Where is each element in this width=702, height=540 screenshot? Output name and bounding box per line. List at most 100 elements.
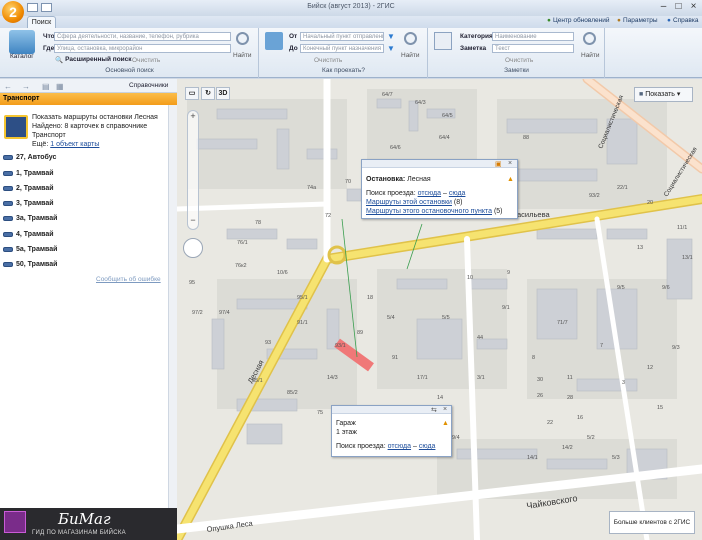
- house-number: 71/7: [557, 320, 568, 326]
- minimize-icon[interactable]: –: [657, 2, 670, 13]
- catalog-button-label[interactable]: Каталог: [10, 53, 34, 60]
- left-scrollbar[interactable]: [168, 105, 177, 508]
- note-input[interactable]: Текст: [492, 44, 574, 53]
- house-number: 20: [647, 200, 653, 206]
- tram-icon: [3, 247, 13, 252]
- directories-dropdown[interactable]: Справочники: [129, 82, 168, 89]
- stop-popup: ▣ × Остановка: Лесная ▲ Поиск проезда: о…: [361, 159, 518, 219]
- warning-icon[interactable]: ▲: [507, 176, 514, 183]
- point-routes-link[interactable]: Маршруты этого остановочного пункта: [366, 208, 492, 215]
- house-number: 16: [577, 415, 583, 421]
- advanced-search-button[interactable]: 🔍 Расширенный поиск: [55, 56, 132, 64]
- more-clients-button[interactable]: Больше клиентов с 2ГИС: [609, 511, 695, 534]
- to-here-link[interactable]: сюда: [419, 443, 436, 450]
- group-route-label: Как проехать?: [322, 67, 365, 74]
- route-item[interactable]: 3а, Трамвай: [3, 215, 57, 222]
- house-number: 9/4: [452, 435, 460, 441]
- map-layer-icon[interactable]: ▭: [185, 87, 199, 100]
- clear-button[interactable]: Очистить: [132, 57, 160, 64]
- tab-search[interactable]: Поиск: [27, 16, 56, 28]
- house-number: 22: [547, 420, 553, 426]
- house-number: 9/3: [672, 345, 680, 351]
- group-basic-label: Основной поиск: [105, 67, 154, 74]
- note-find-button[interactable]: Найти: [581, 52, 600, 59]
- to-label: До: [289, 45, 298, 52]
- house-number: 64/3: [415, 100, 426, 106]
- updates-link[interactable]: ● Центр обновлений: [547, 17, 609, 24]
- route-clear-button[interactable]: Очистить: [314, 57, 342, 64]
- route-item[interactable]: 3, Трамвай: [3, 200, 54, 207]
- house-number: 95/1: [297, 295, 308, 301]
- house-number: 74а: [307, 185, 317, 191]
- pin-to-icon[interactable]: ▼: [387, 44, 395, 53]
- report-error-link[interactable]: Сообщить об ошибке: [96, 276, 161, 283]
- route-item[interactable]: 5а, Трамвай: [3, 246, 57, 253]
- house-number: 95: [189, 280, 195, 286]
- house-number: 70: [345, 179, 351, 185]
- map-canvas[interactable]: Васильева Лесная Чайковского Опушка Леса…: [177, 79, 702, 540]
- to-here-link[interactable]: сюда: [449, 190, 466, 197]
- what-input[interactable]: Сфера деятельности, название, телефон, р…: [54, 32, 231, 41]
- category-select[interactable]: Наименование: [492, 32, 574, 41]
- house-number: 14/1: [527, 455, 538, 461]
- map-rotate-icon[interactable]: ↻: [201, 87, 215, 100]
- tram-icon: [3, 171, 13, 176]
- zoom-slider[interactable]: [187, 110, 199, 230]
- tram-icon: [3, 186, 13, 191]
- pin-from-icon[interactable]: ▼: [387, 32, 395, 41]
- updates-icon: ●: [547, 17, 551, 24]
- info-found: Найдено: 8 карточек в справочнике Трансп…: [32, 123, 148, 139]
- house-number: 9/6: [662, 285, 670, 291]
- search-icon[interactable]: [236, 32, 249, 45]
- catalog-icon[interactable]: [9, 30, 35, 54]
- close-icon[interactable]: ×: [687, 2, 700, 13]
- house-number: 28: [567, 395, 573, 401]
- route-item[interactable]: 4, Трамвай: [3, 231, 54, 238]
- map-object-link[interactable]: 1 объект карты: [50, 141, 99, 148]
- params-link[interactable]: ● Параметры: [617, 17, 658, 24]
- bimag-ad-banner[interactable]: БиМаг ГИД ПО МАГАЗИНАМ БИЙСКА: [0, 508, 177, 540]
- app-logo-icon[interactable]: 2: [2, 1, 24, 23]
- house-number: 3/1: [477, 375, 485, 381]
- ad-brand: БиМаг: [58, 510, 111, 528]
- from-here-link[interactable]: отсюда: [388, 443, 411, 450]
- house-number: 93/2: [589, 193, 600, 199]
- where-input[interactable]: Улица, остановка, микрорайон: [54, 44, 231, 53]
- from-here-link[interactable]: отсюда: [418, 190, 441, 197]
- maximize-icon[interactable]: □: [672, 2, 685, 13]
- map-view[interactable]: Васильева Лесная Чайковского Опушка Леса…: [177, 79, 702, 540]
- stop-routes-link[interactable]: Маршруты этой остановки: [366, 199, 452, 206]
- notes-icon: [434, 32, 452, 50]
- tram-icon: [3, 201, 13, 206]
- popup-close-icon[interactable]: ×: [443, 406, 447, 413]
- pin-icon[interactable]: ⇆: [431, 406, 437, 414]
- compass-icon[interactable]: [183, 238, 203, 258]
- note-search-icon[interactable]: [583, 32, 596, 45]
- to-input[interactable]: Конечный пункт назначения: [300, 44, 384, 53]
- zoom-in-icon[interactable]: +: [187, 111, 199, 121]
- find-button[interactable]: Найти: [233, 52, 252, 59]
- stop-routes-row: Маршруты этой остановки (8): [366, 199, 463, 206]
- house-number: 64/5: [442, 113, 453, 119]
- note-clear-button[interactable]: Очистить: [505, 57, 533, 64]
- house-number: 76/1: [237, 240, 248, 246]
- back-icon[interactable]: ←: [4, 82, 12, 91]
- forward-icon[interactable]: →: [22, 82, 30, 91]
- pin-icon[interactable]: ▣: [495, 160, 502, 168]
- from-input[interactable]: Начальный пункт отправления: [300, 32, 384, 41]
- help-link[interactable]: ● Справка: [667, 17, 698, 24]
- route-item[interactable]: 1, Трамвай: [3, 170, 54, 177]
- route-item[interactable]: 27, Автобус: [3, 154, 56, 161]
- route-find-button[interactable]: Найти: [401, 52, 420, 59]
- export-icon[interactable]: ▦: [56, 82, 64, 91]
- route-item[interactable]: 50, Трамвай: [3, 261, 57, 268]
- show-dropdown[interactable]: ■ Показать ▾: [634, 87, 693, 102]
- house-number: 17/1: [417, 375, 428, 381]
- popup-close-icon[interactable]: ×: [508, 160, 512, 167]
- mode-3d-button[interactable]: 3D: [216, 87, 230, 100]
- route-search-icon[interactable]: [404, 32, 417, 45]
- route-item[interactable]: 2, Трамвай: [3, 185, 54, 192]
- warning-icon[interactable]: ▲: [442, 420, 449, 427]
- zoom-out-icon[interactable]: −: [187, 215, 199, 225]
- print-icon[interactable]: ▤: [42, 82, 50, 91]
